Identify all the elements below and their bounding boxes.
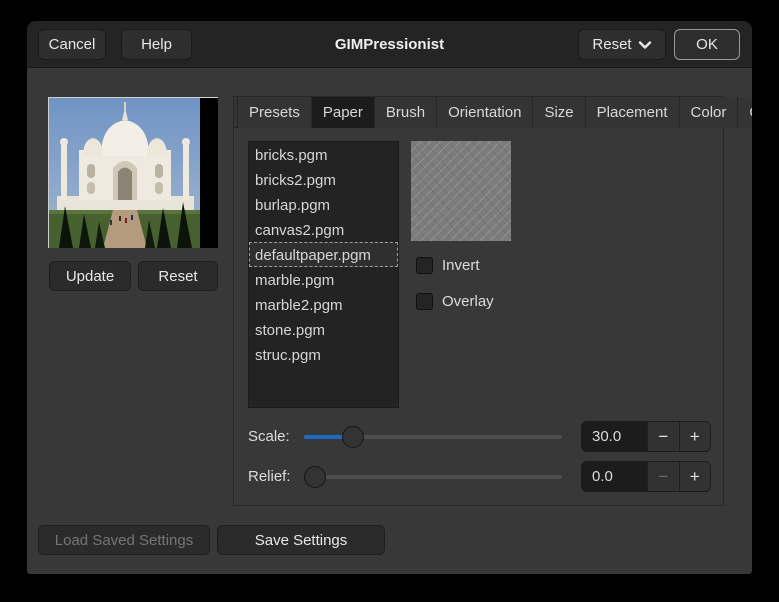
header-bar: Cancel Help GIMPressionist Reset OK xyxy=(27,21,752,68)
load-saved-settings-button[interactable]: Load Saved Settings xyxy=(38,525,210,555)
help-button[interactable]: Help xyxy=(121,29,192,60)
relief-slider[interactable] xyxy=(304,466,562,488)
tab-brush[interactable]: Brush xyxy=(375,97,437,128)
scale-minus-button[interactable]: − xyxy=(647,422,678,451)
list-item[interactable]: burlap.pgm xyxy=(249,192,398,217)
scale-label: Scale: xyxy=(248,428,290,445)
update-button[interactable]: Update xyxy=(49,261,131,291)
scale-slider-handle[interactable] xyxy=(342,426,364,448)
scale-slider[interactable] xyxy=(304,426,562,448)
list-item[interactable]: stone.pgm xyxy=(249,317,398,342)
tab-size[interactable]: Size xyxy=(533,97,585,128)
invert-checkbox[interactable] xyxy=(416,257,433,274)
scale-spin-group: 30.0 − + xyxy=(581,421,711,452)
relief-slider-handle[interactable] xyxy=(304,466,326,488)
reset-dropdown-label: Reset xyxy=(592,36,631,53)
paper-file-list: bricks.pgmbricks2.pgmburlap.pgmcanvas2.p… xyxy=(248,141,399,408)
paper-texture-preview xyxy=(411,141,511,241)
source-image-preview xyxy=(48,97,218,248)
tab-color[interactable]: Color xyxy=(680,97,739,128)
save-settings-button[interactable]: Save Settings xyxy=(217,525,385,555)
relief-plus-button[interactable]: + xyxy=(679,462,710,491)
tab-presets[interactable]: Presets xyxy=(237,97,312,128)
list-item[interactable]: bricks2.pgm xyxy=(249,167,398,192)
relief-label: Relief: xyxy=(248,468,291,485)
invert-label: Invert xyxy=(442,257,480,274)
list-item[interactable]: defaultpaper.pgm xyxy=(249,242,398,267)
tab-orientation[interactable]: Orientation xyxy=(437,97,533,128)
tab-placement[interactable]: Placement xyxy=(586,97,680,128)
preview-reset-button[interactable]: Reset xyxy=(138,261,218,291)
list-item[interactable]: canvas2.pgm xyxy=(249,217,398,242)
tab-general[interactable]: General xyxy=(738,97,752,128)
list-item[interactable]: marble.pgm xyxy=(249,267,398,292)
taj-mahal-image xyxy=(49,98,218,248)
overlay-label: Overlay xyxy=(442,293,494,310)
list-item[interactable]: struc.pgm xyxy=(249,342,398,367)
relief-minus-button[interactable]: − xyxy=(647,462,678,491)
overlay-checkbox-row[interactable]: Overlay xyxy=(416,291,494,311)
scale-value-input[interactable]: 30.0 xyxy=(582,422,647,451)
reset-dropdown-button[interactable]: Reset xyxy=(578,29,666,60)
ok-button[interactable]: OK xyxy=(674,29,740,60)
tab-paper[interactable]: Paper xyxy=(312,97,375,128)
tab-bar: PresetsPaperBrushOrientationSizePlacemen… xyxy=(234,97,723,128)
relief-value-input[interactable]: 0.0 xyxy=(582,462,647,491)
settings-notebook: PresetsPaperBrushOrientationSizePlacemen… xyxy=(233,96,724,506)
list-item[interactable]: bricks.pgm xyxy=(249,142,398,167)
list-item[interactable]: marble2.pgm xyxy=(249,292,398,317)
overlay-checkbox[interactable] xyxy=(416,293,433,310)
invert-checkbox-row[interactable]: Invert xyxy=(416,255,480,275)
relief-spin-group: 0.0 − + xyxy=(581,461,711,492)
cancel-button[interactable]: Cancel xyxy=(38,29,106,60)
chevron-down-icon xyxy=(638,38,652,52)
gimpressionist-dialog: Cancel Help GIMPressionist Reset OK xyxy=(27,21,752,574)
scale-plus-button[interactable]: + xyxy=(679,422,710,451)
